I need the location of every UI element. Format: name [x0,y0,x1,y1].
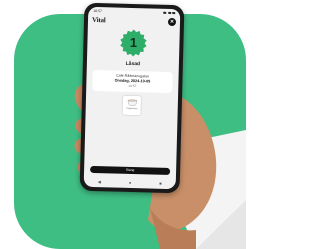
signal-icon [163,11,167,15]
badge-container: 1 [87,28,180,58]
app-logo: Vital [91,15,106,25]
home-icon[interactable]: ● [129,179,132,184]
close-icon[interactable]: ✕ [167,17,177,27]
phone-device: 10:57 Vital ✕ 1 Låsad Café Rådmansgatan … [79,2,185,194]
recents-icon[interactable]: ■ [159,180,162,185]
ticket-time: 10:57 [128,83,137,89]
ticket-status: Låsad [125,60,141,68]
close-button[interactable]: Stäng [90,165,171,176]
count-badge: 1 [119,29,148,58]
product-label: Cappuccino [125,107,138,110]
status-time: 10:57 [93,8,103,14]
product-tile[interactable]: Cappuccino [122,95,142,116]
coffee-cup-icon [127,99,137,106]
wifi-icon [167,11,171,15]
status-icons [163,11,176,15]
battery-icon [172,11,176,15]
ticket-card: Café Rådmansgatan Onsdag, 2024-10-09 10:… [92,69,173,94]
system-nav-bar: ◀ ● ■ [84,178,176,186]
back-icon[interactable]: ◀ [98,179,101,184]
app-header: Vital ✕ [88,15,180,27]
badge-number: 1 [129,34,138,51]
phone-screen: 10:57 Vital ✕ 1 Låsad Café Rådmansgatan … [83,6,181,190]
